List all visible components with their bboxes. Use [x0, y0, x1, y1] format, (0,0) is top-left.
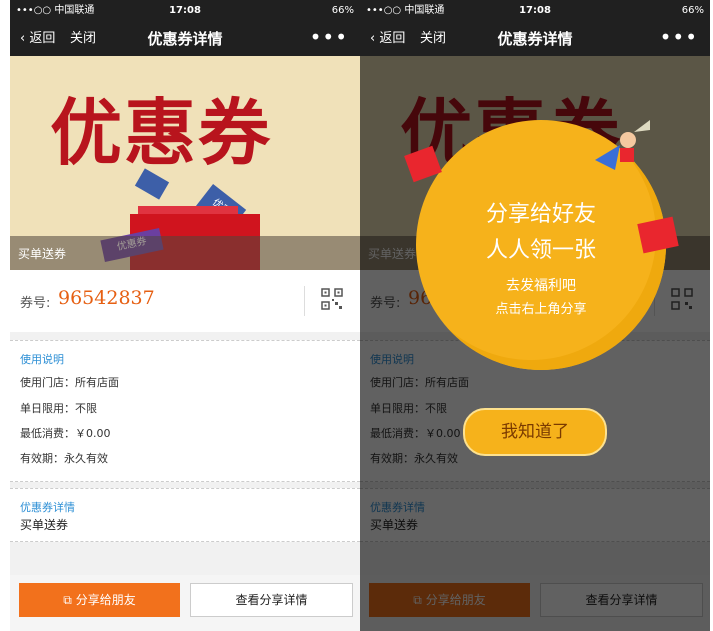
- got-it-button[interactable]: 我知道了: [463, 408, 607, 456]
- coupon-number: 96542837: [58, 287, 155, 309]
- divider: [304, 286, 305, 316]
- nav-bar: ‹ 返回 关闭 优惠券详情 •••: [10, 22, 360, 56]
- battery-text: 66%: [681, 5, 704, 16]
- banner-caption: 买单送券: [18, 247, 67, 261]
- usage-card: 使用说明 使用门店：所有店面 单日限用：不限 最低消费：￥0.00 有效期：永久…: [10, 340, 360, 482]
- usage-heading: 使用说明: [20, 353, 64, 366]
- detail-value: 买单送券: [20, 518, 69, 532]
- nav-bar: ‹ 返回 关闭 优惠券详情 •••: [360, 22, 710, 56]
- more-icon[interactable]: •••: [660, 22, 698, 52]
- usage-row: 有效期：永久有效: [20, 452, 108, 465]
- usage-row: 单日限用：不限: [20, 402, 97, 415]
- more-icon[interactable]: •••: [310, 22, 348, 52]
- banner-caption-strip: 买单送券: [10, 236, 360, 270]
- page-title: 优惠券详情: [497, 30, 573, 48]
- popup-subtitle-line2: 点击右上角分享: [495, 302, 587, 317]
- view-share-details-button[interactable]: 查看分享详情: [190, 583, 353, 617]
- popup-title-line2: 人人领一张: [485, 238, 596, 263]
- battery-text: 66%: [331, 5, 354, 16]
- usage-row: 最低消费：￥0.00: [20, 427, 111, 440]
- share-button[interactable]: ⧉ 分享给朋友: [19, 583, 180, 617]
- bottom-bar: ⧉ 分享给朋友 查看分享详情: [10, 575, 360, 631]
- popup-title-line1: 分享给好友: [485, 202, 596, 227]
- phone-right: •••○○ 中国联通 17:08 66% ‹ 返回 关闭 优惠券详情 ••• 优…: [360, 0, 710, 631]
- share-icon: ⧉: [63, 593, 76, 607]
- status-bar: •••○○ 中国联通 17:08 66%: [360, 0, 710, 22]
- status-time: 17:08: [169, 5, 201, 16]
- qr-code-icon[interactable]: [321, 288, 343, 310]
- usage-row: 使用门店：所有店面: [20, 376, 119, 389]
- popup-subtitle-line1: 去发福利吧: [506, 278, 576, 294]
- superhero-icon: [595, 120, 650, 170]
- detail-card: 优惠券详情 买单送券: [10, 488, 360, 542]
- status-time: 17:08: [519, 5, 551, 16]
- coupon-banner: 优惠券 优惠 优惠券 买单送券: [10, 56, 360, 270]
- phone-left: •••○○ 中国联通 17:08 66% ‹ 返回 关闭 优惠券详情 ••• 优…: [10, 0, 360, 631]
- detail-heading: 优惠券详情: [20, 501, 75, 514]
- page-title: 优惠券详情: [147, 30, 223, 48]
- status-bar: •••○○ 中国联通 17:08 66%: [10, 0, 360, 22]
- share-label: 分享给朋友: [75, 593, 136, 607]
- banner-title: 优惠券: [50, 91, 273, 175]
- coupon-code-box: 券号: 96542837: [10, 270, 360, 332]
- coupon-label: 券号:: [20, 296, 51, 311]
